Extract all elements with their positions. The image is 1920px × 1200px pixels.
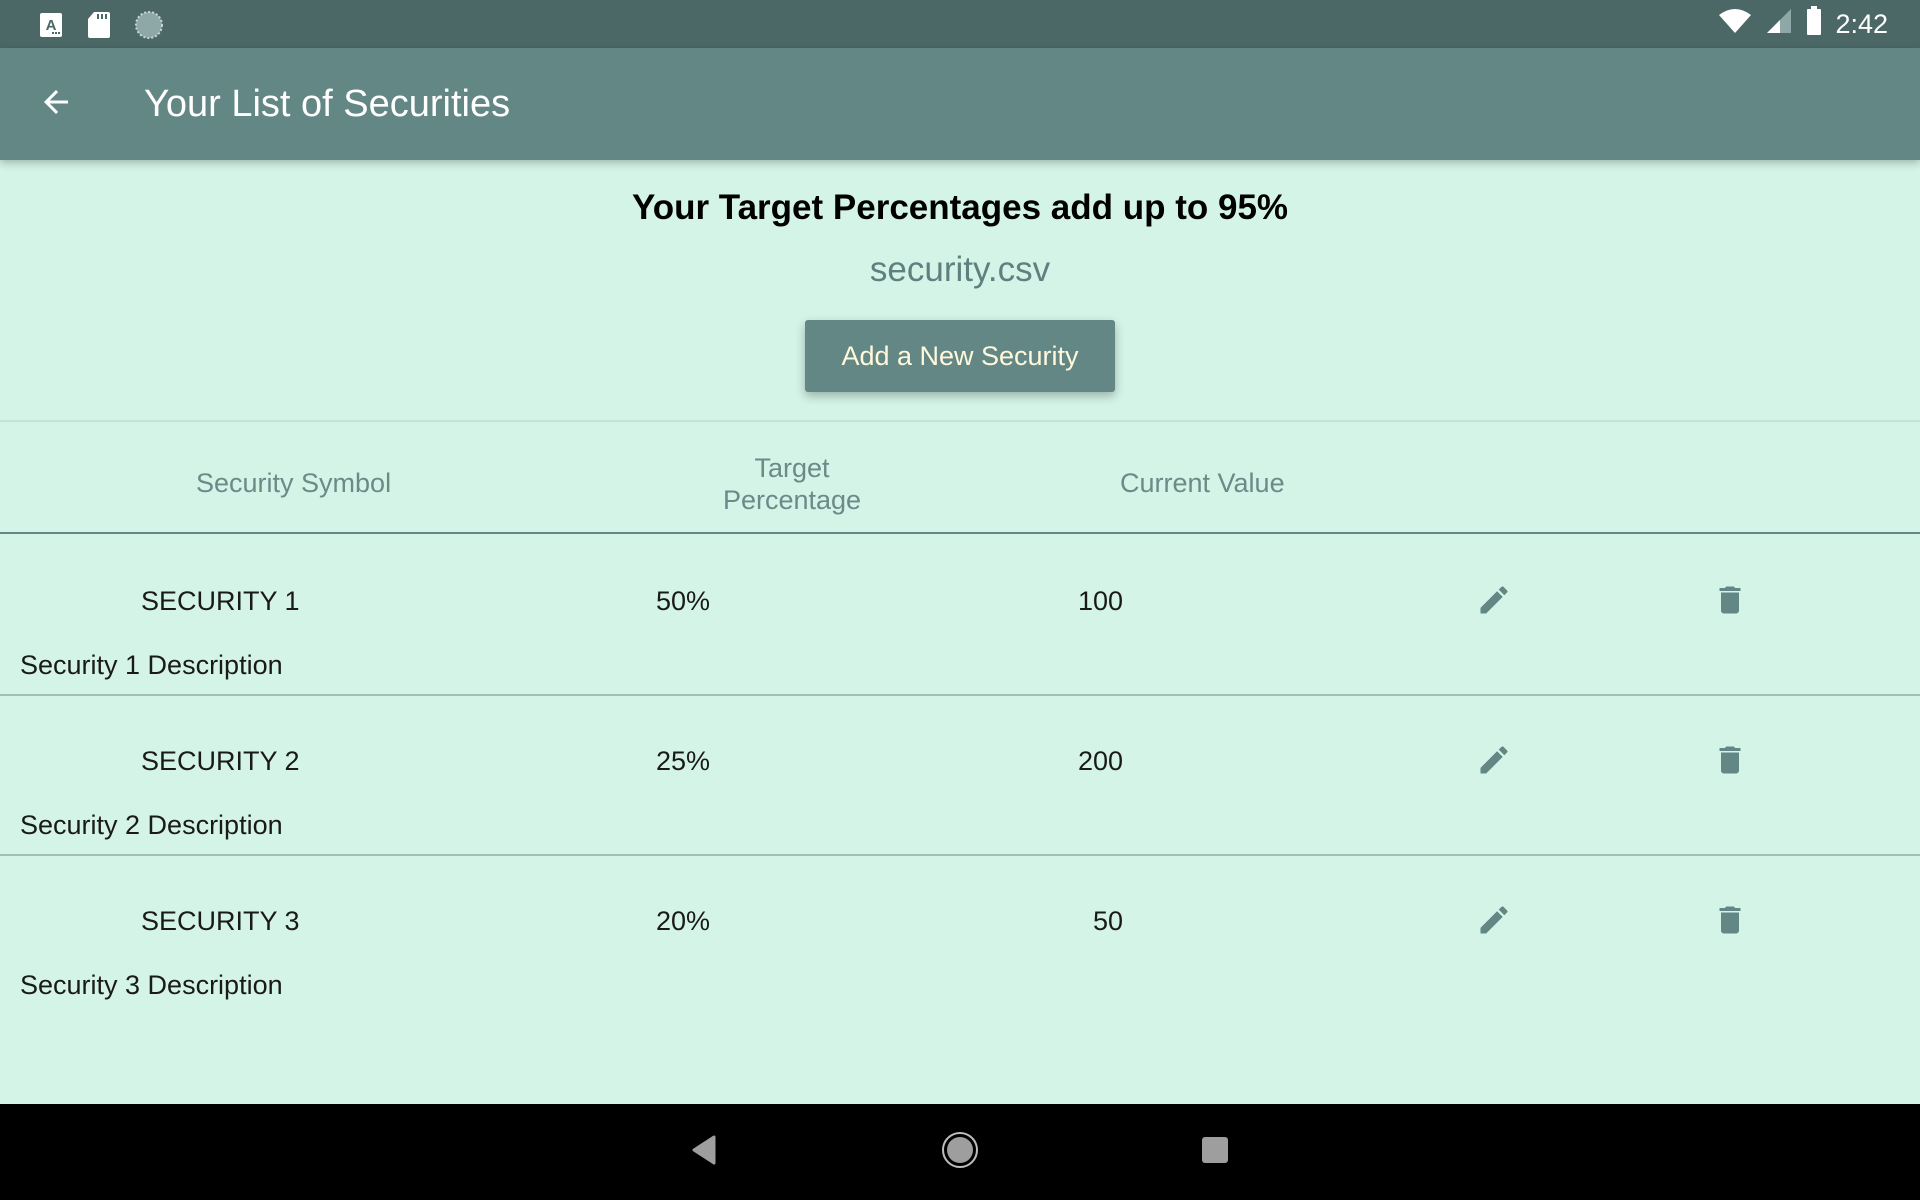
current-value: 200 xyxy=(1077,746,1123,776)
table-row: SECURITY 1 Security 1 Description 50% 10… xyxy=(0,536,1920,696)
edit-icon xyxy=(1476,902,1512,943)
security-symbol: SECURITY 2 xyxy=(141,746,300,776)
nav-back-icon xyxy=(690,1134,718,1171)
delete-icon xyxy=(1712,582,1748,623)
target-percentage: 20% xyxy=(656,906,711,936)
sync-spinner-icon xyxy=(134,10,164,45)
sd-card-icon xyxy=(86,10,112,45)
edit-icon xyxy=(1476,582,1512,623)
nav-home-button[interactable] xyxy=(936,1128,984,1176)
back-button[interactable] xyxy=(30,78,82,130)
edit-button[interactable] xyxy=(1472,900,1516,944)
cell-signal-icon xyxy=(1765,7,1793,42)
header-target-percentage: Target Percentage xyxy=(700,452,884,516)
header-target-line2: Percentage xyxy=(722,485,862,515)
nav-recents-button[interactable] xyxy=(1191,1128,1239,1176)
arrow-back-icon xyxy=(38,84,74,125)
nav-home-icon xyxy=(940,1130,980,1175)
header-target-line1: Target xyxy=(754,453,830,483)
target-percentage-summary: Your Target Percentages add up to 95% xyxy=(631,188,1289,227)
target-percentage: 25% xyxy=(656,746,711,776)
keyboard-a-icon: A xyxy=(38,11,64,44)
table-row: SECURITY 2 Security 2 Description 25% 20… xyxy=(0,696,1920,856)
table-header: Security Symbol Target Percentage Curren… xyxy=(0,422,1920,534)
delete-icon xyxy=(1712,902,1748,943)
current-value: 50 xyxy=(1092,906,1123,936)
security-description: Security 2 Description xyxy=(20,810,283,840)
page-title: Your List of Securities xyxy=(144,83,511,125)
security-description: Security 3 Description xyxy=(20,970,283,1000)
filename-label: security.csv xyxy=(869,250,1051,289)
clock: 2:42 xyxy=(1835,8,1888,39)
delete-button[interactable] xyxy=(1708,580,1752,624)
svg-text:A: A xyxy=(46,17,57,34)
system-nav-bar xyxy=(0,1104,1920,1200)
nav-recents-icon xyxy=(1200,1135,1230,1170)
security-symbol: SECURITY 3 xyxy=(141,906,300,936)
current-value: 100 xyxy=(1077,586,1123,616)
add-security-button[interactable]: Add a New Security xyxy=(805,320,1115,392)
wifi-icon xyxy=(1717,7,1753,42)
status-bar: A 2:42 xyxy=(0,0,1920,48)
battery-icon xyxy=(1805,5,1823,43)
edit-button[interactable] xyxy=(1472,740,1516,784)
target-percentage: 50% xyxy=(656,586,711,616)
header-current-value: Current Value xyxy=(1120,468,1285,498)
app-bar: Your List of Securities xyxy=(0,48,1920,160)
table-row: SECURITY 3 Security 3 Description 20% 50 xyxy=(0,856,1920,1016)
delete-button[interactable] xyxy=(1708,900,1752,944)
delete-icon xyxy=(1712,742,1748,783)
security-symbol: SECURITY 1 xyxy=(141,586,300,616)
delete-button[interactable] xyxy=(1708,740,1752,784)
edit-icon xyxy=(1476,742,1512,783)
security-description: Security 1 Description xyxy=(20,650,283,680)
nav-back-button[interactable] xyxy=(680,1128,728,1176)
header-security-symbol: Security Symbol xyxy=(196,468,392,498)
edit-button[interactable] xyxy=(1472,580,1516,624)
